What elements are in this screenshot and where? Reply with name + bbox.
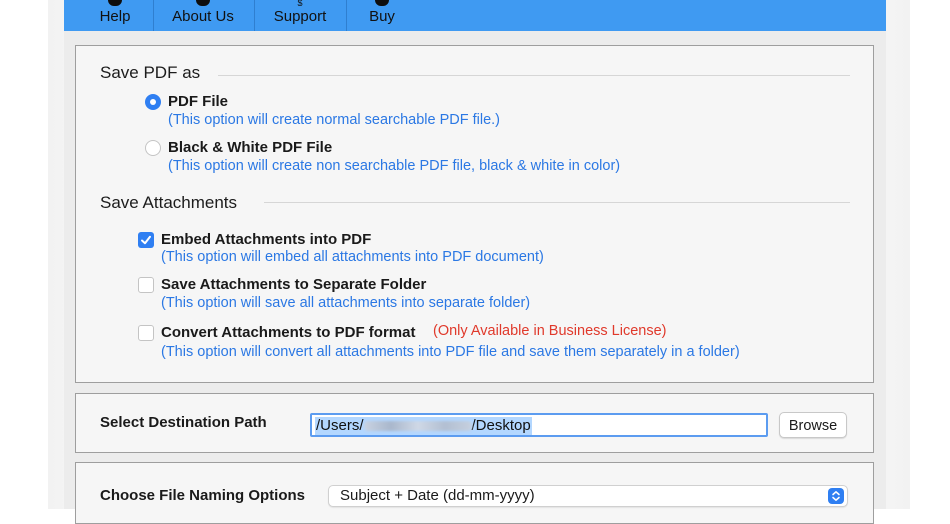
naming-select[interactable]: Subject + Date (dd-mm-yyyy) bbox=[328, 485, 848, 507]
path-suffix: /Desktop bbox=[471, 417, 531, 434]
naming-select-value: Subject + Date (dd-mm-yyyy) bbox=[340, 487, 535, 504]
convert-attachments-label[interactable]: Convert Attachments to PDF format bbox=[161, 324, 415, 341]
destination-panel: Select Destination Path /Users//Desktop … bbox=[75, 393, 874, 453]
pdf-options-panel: Save PDF as PDF File (This option will c… bbox=[75, 45, 874, 383]
separate-folder-label[interactable]: Save Attachments to Separate Folder bbox=[161, 276, 426, 293]
separate-folder-checkbox[interactable] bbox=[138, 277, 154, 293]
embed-attachments-checkbox[interactable] bbox=[138, 232, 154, 248]
redacted-username bbox=[363, 421, 472, 432]
section-divider bbox=[264, 202, 850, 203]
buy-label: Buy bbox=[369, 8, 395, 25]
help-label: Help bbox=[99, 8, 131, 25]
buy-button[interactable]: Buy bbox=[367, 0, 397, 31]
naming-label: Choose File Naming Options bbox=[100, 487, 306, 504]
browse-button[interactable]: Browse bbox=[779, 412, 847, 438]
convert-attachments-checkbox[interactable] bbox=[138, 325, 154, 341]
dollar-support-icon: $ bbox=[297, 0, 303, 6]
pdf-file-radio[interactable] bbox=[145, 94, 161, 110]
updown-chevron-icon bbox=[828, 488, 844, 504]
destination-path-input[interactable]: /Users/ /Desktop bbox=[310, 413, 768, 437]
save-attachments-title: Save Attachments bbox=[100, 193, 238, 212]
info-icon bbox=[196, 0, 210, 6]
business-license-notice: (Only Available in Business License) bbox=[433, 323, 667, 339]
toolbar-divider bbox=[153, 0, 154, 31]
destination-label: Select Destination Path bbox=[100, 414, 267, 431]
app-window: Help About Us $ Support Buy Save PDF as … bbox=[64, 0, 886, 524]
help-icon bbox=[108, 0, 122, 6]
pdf-file-label[interactable]: PDF File bbox=[168, 93, 228, 110]
bw-pdf-desc: (This option will create non searchable … bbox=[168, 158, 621, 174]
about-us-button[interactable]: About Us bbox=[168, 0, 238, 31]
about-us-label: About Us bbox=[172, 8, 234, 25]
destination-path-text: /Users/ /Desktop bbox=[315, 417, 532, 435]
embed-attachments-label[interactable]: Embed Attachments into PDF bbox=[161, 231, 371, 248]
support-button[interactable]: $ Support bbox=[267, 0, 333, 31]
toolbar: Help About Us $ Support Buy bbox=[64, 0, 886, 31]
bw-pdf-radio[interactable] bbox=[145, 140, 161, 156]
section-divider bbox=[218, 75, 850, 76]
separate-folder-desc: (This option will save all attachments i… bbox=[161, 295, 531, 311]
convert-attachments-desc: (This option will convert all attachment… bbox=[161, 344, 740, 360]
help-button[interactable]: Help bbox=[97, 0, 133, 31]
support-label: Support bbox=[273, 8, 327, 25]
bw-pdf-label[interactable]: Black & White PDF File bbox=[168, 139, 332, 156]
path-prefix: /Users/ bbox=[316, 417, 364, 434]
toolbar-divider bbox=[254, 0, 255, 31]
naming-panel: Choose File Naming Options Subject + Dat… bbox=[75, 462, 874, 524]
cart-icon bbox=[375, 0, 389, 6]
toolbar-divider bbox=[346, 0, 347, 31]
checkmark-icon bbox=[141, 235, 151, 245]
pdf-file-desc: (This option will create normal searchab… bbox=[168, 112, 501, 128]
save-pdf-title: Save PDF as bbox=[100, 63, 201, 82]
embed-attachments-desc: (This option will embed all attachments … bbox=[161, 249, 544, 265]
